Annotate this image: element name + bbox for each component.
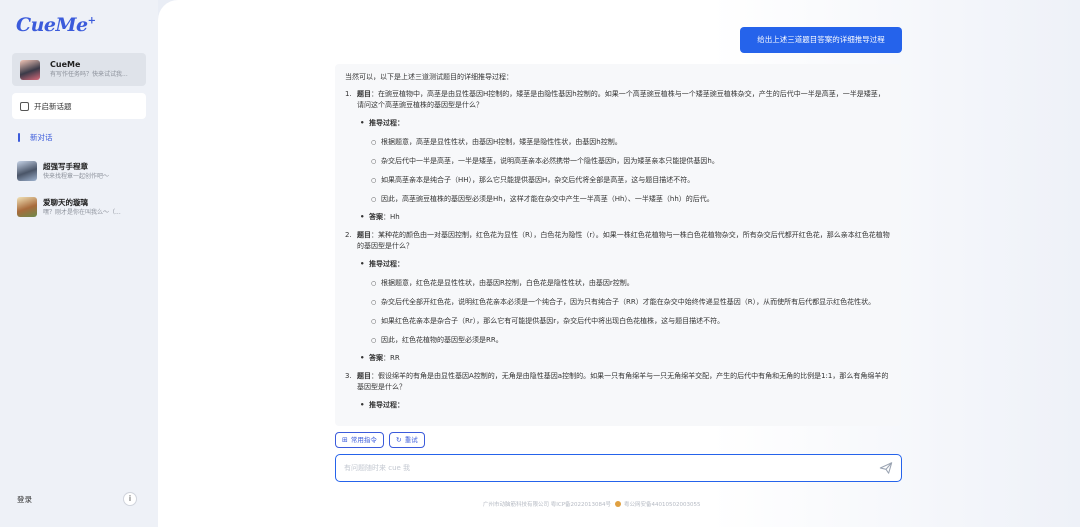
command-icon: ⊞ <box>342 436 348 444</box>
app-logo[interactable]: CueMe+ <box>16 14 96 36</box>
process-step: 根据题意，红色花是显性性状，由基因R控制，白色花是隐性性状，由基因r控制。 <box>357 278 891 289</box>
answer-line: 答案：RR <box>357 353 891 364</box>
avatar <box>17 197 37 217</box>
new-chat-icon <box>20 101 29 111</box>
answer-intro: 当然可以，以下是上述三道测试题目的详细推导过程： <box>345 73 513 81</box>
user-message-bubble: 给出上述三道题目答案的详细推导过程 <box>740 27 902 53</box>
conversation-name: 爱聊天的璇璃 <box>43 197 88 207</box>
assistant-answer: 当然可以，以下是上述三道测试题目的详细推导过程： 1. 题目：在豌豆植物中，高茎… <box>335 64 901 426</box>
new-chat-button[interactable]: 开启新话题 <box>12 93 146 119</box>
process-step: 杂交后代全部开红色花，说明红色花亲本必须是一个纯合子，因为只有纯合子（RR）才能… <box>357 297 891 308</box>
answer-line: 答案：Hh <box>357 212 891 223</box>
icp-link[interactable]: 广州市动脑筋科技有限公司 粤ICP备2022013084号 <box>483 500 611 508</box>
question-block: 3. 题目：假设绵羊的有角是由显性基因A控制的，无角是由隐性基因a控制的。如果一… <box>345 371 891 411</box>
process-step: 因此，红色花植物的基因型必须是RR。 <box>357 335 891 346</box>
send-icon[interactable] <box>879 461 893 475</box>
active-indicator <box>18 132 20 142</box>
process-step: 因此，高茎豌豆植株的基因型必须是Hh，这样才能在杂交中产生一半高茎（Hh）、一半… <box>357 194 891 205</box>
process-step: 根据题意，高茎是显性性状，由基因H控制，矮茎是隐性性状，由基因h控制。 <box>357 137 891 148</box>
new-chat-label: 开启新话题 <box>34 101 72 111</box>
conversation-item[interactable]: 爱聊天的璇璃 嘿？刚才是你在叫我么～（... <box>17 195 147 219</box>
question-block: 2. 题目：某种花的颜色由一对基因控制，红色花为显性（R），白色花为隐性（r）。… <box>345 230 891 364</box>
process-step: 如果红色花亲本是杂合子（Rr），那么它有可能提供基因r，杂交后代中将出现白色花植… <box>357 316 891 327</box>
profile-subtitle: 有写作任务吗？快来试试我... <box>50 71 128 78</box>
police-record-link[interactable]: 粤公网安备44010502003055 <box>624 500 701 508</box>
chat-input[interactable] <box>344 456 864 480</box>
conversation-subtitle: 嘿？刚才是你在叫我么～（... <box>43 208 121 216</box>
sidebar: CueMe+ CueMe 有写作任务吗？快来试试我... 开启新话题 新对话 超… <box>0 0 158 527</box>
assistant-profile-card[interactable]: CueMe 有写作任务吗？快来试试我... <box>12 53 146 86</box>
active-conversation-label: 新对话 <box>30 132 53 142</box>
process-heading: 推导过程： <box>357 400 891 411</box>
question-block: 1. 题目：在豌豆植物中，高茎是由显性基因H控制的，矮茎是由隐性基因h控制的。如… <box>345 89 891 223</box>
process-heading: 推导过程： <box>357 118 891 129</box>
avatar <box>17 161 37 181</box>
action-row: ⊞ 常用指令 ↻ 重试 <box>335 432 425 448</box>
common-commands-button[interactable]: ⊞ 常用指令 <box>335 432 384 448</box>
active-conversation-item[interactable]: 新对话 <box>18 130 53 144</box>
conversation-name: 超强写手程章 <box>43 161 88 171</box>
conversation-item[interactable]: 超强写手程章 快来找程章一起创作吧～ <box>17 159 147 183</box>
process-heading: 推导过程： <box>357 259 891 270</box>
conversation-subtitle: 快来找程章一起创作吧～ <box>43 172 110 180</box>
info-icon[interactable]: i <box>123 492 137 506</box>
footer: 广州市动脑筋科技有限公司 粤ICP备2022013084号 粤公网安备44010… <box>483 500 701 508</box>
avatar <box>20 59 40 80</box>
process-step: 杂交后代中一半是高茎，一半是矮茎，说明高茎亲本必然携带一个隐性基因h，因为矮茎亲… <box>357 156 891 167</box>
profile-name: CueMe <box>50 60 81 69</box>
login-link[interactable]: 登录 <box>17 494 32 505</box>
refresh-icon: ↻ <box>395 436 402 444</box>
retry-button[interactable]: ↻ 重试 <box>388 432 425 448</box>
chat-input-box <box>335 454 902 482</box>
main-chat-area: 给出上述三道题目答案的详细推导过程 当然可以，以下是上述三道测试题目的详细推导过… <box>158 0 1080 527</box>
process-step: 如果高茎亲本是纯合子（HH），那么它只能提供基因H，杂交后代将全部是高茎，这与题… <box>357 175 891 186</box>
police-badge-icon <box>615 501 622 507</box>
